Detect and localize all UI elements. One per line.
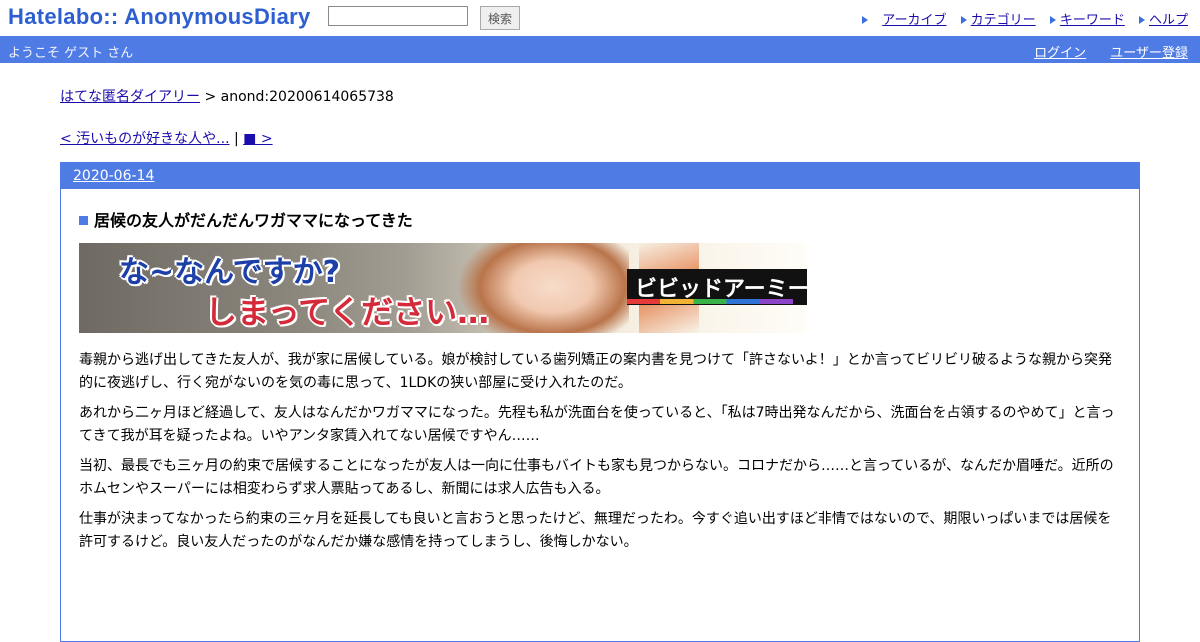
entry-box: 2020-06-14 居候の友人がだんだんワガママになってきた な~なんですか?… — [60, 162, 1140, 642]
keyword-link[interactable]: キーワード — [1060, 13, 1125, 28]
banner-headline-2: しまってください… — [205, 293, 490, 331]
help-link-wrap: ヘルプ — [1129, 13, 1188, 28]
welcome-text: ようこそ ゲスト さん — [8, 46, 134, 61]
category-link-wrap: カテゴリー — [951, 13, 1036, 28]
breadcrumb-home-link[interactable]: はてな匿名ダイアリー — [60, 89, 200, 105]
help-link[interactable]: ヘルプ — [1149, 13, 1188, 28]
next-entry-link[interactable]: ■ > — [243, 131, 272, 147]
entry-paragraph: あれから二ヶ月ほど経過して、友人はなんだかワガママになった。先程も私が洗面台を使… — [79, 405, 1115, 444]
ad-banner[interactable]: な~なんですか? しまってください… ビビッドアーミー — [79, 243, 807, 333]
entry-paragraph: 仕事が決まってなかったら約束の三ヶ月を延長しても良いと言おうと思ったけど、無理だ… — [79, 511, 1112, 550]
breadcrumb: はてな匿名ダイアリー > anond:20200614065738 — [60, 86, 394, 106]
login-link[interactable]: ログイン — [1034, 46, 1086, 61]
entry-paragraph: 毒親から逃げ出してきた友人が、我が家に居候している。娘が検討している歯列矯正の案… — [79, 352, 1113, 391]
archive-link[interactable]: アーカイブ — [882, 13, 946, 28]
entry-title: 居候の友人がだんだんワガママになってきた — [79, 207, 413, 231]
triangle-icon — [960, 16, 967, 24]
pager-separator: | — [229, 131, 244, 147]
site-logo[interactable]: Hatelabo:: AnonymousDiary — [8, 4, 311, 30]
triangle-icon — [1049, 16, 1056, 24]
triangle-icon — [862, 16, 869, 24]
register-link[interactable]: ユーザー登録 — [1110, 46, 1188, 61]
archive-link-wrap: アーカイブ — [862, 13, 947, 28]
entry-paragraph: 当初、最長でも三ヶ月の約束で居候することになったが友人は一向に仕事もバイトも家も… — [79, 458, 1114, 497]
category-link[interactable]: カテゴリー — [971, 13, 1036, 28]
keyword-link-wrap: キーワード — [1040, 13, 1125, 28]
entry-date[interactable]: 2020-06-14 — [73, 168, 154, 184]
site-header: Hatelabo:: AnonymousDiary 検索 アーカイブ カテゴリー… — [0, 0, 1200, 36]
prev-entry-link[interactable]: < 汚いものが好きな人や... — [60, 131, 230, 147]
user-links: ログイン ユーザー登録 — [1014, 42, 1188, 61]
entry-body: 毒親から逃げ出してきた友人が、我が家に居候している。娘が検討している歯列矯正の案… — [79, 349, 1119, 561]
entry-date-bar: 2020-06-14 — [61, 163, 1139, 189]
search-input[interactable] — [328, 6, 468, 26]
top-nav: アーカイブ カテゴリー キーワード ヘルプ — [862, 9, 1188, 28]
user-bar: ようこそ ゲスト さん ログイン ユーザー登録 — [0, 36, 1200, 63]
breadcrumb-current: anond:20200614065738 — [220, 89, 394, 105]
triangle-icon — [1138, 16, 1145, 24]
breadcrumb-separator: > — [200, 89, 221, 105]
entry-title-text: 居候の友人がだんだんワガママになってきた — [94, 211, 413, 230]
entry-pager: < 汚いものが好きな人や... | ■ > — [60, 128, 273, 148]
square-icon[interactable] — [79, 216, 88, 225]
search-button[interactable]: 検索 — [480, 6, 520, 30]
banner-stripe — [627, 299, 793, 304]
banner-headline-1: な~なんですか? — [119, 255, 341, 290]
